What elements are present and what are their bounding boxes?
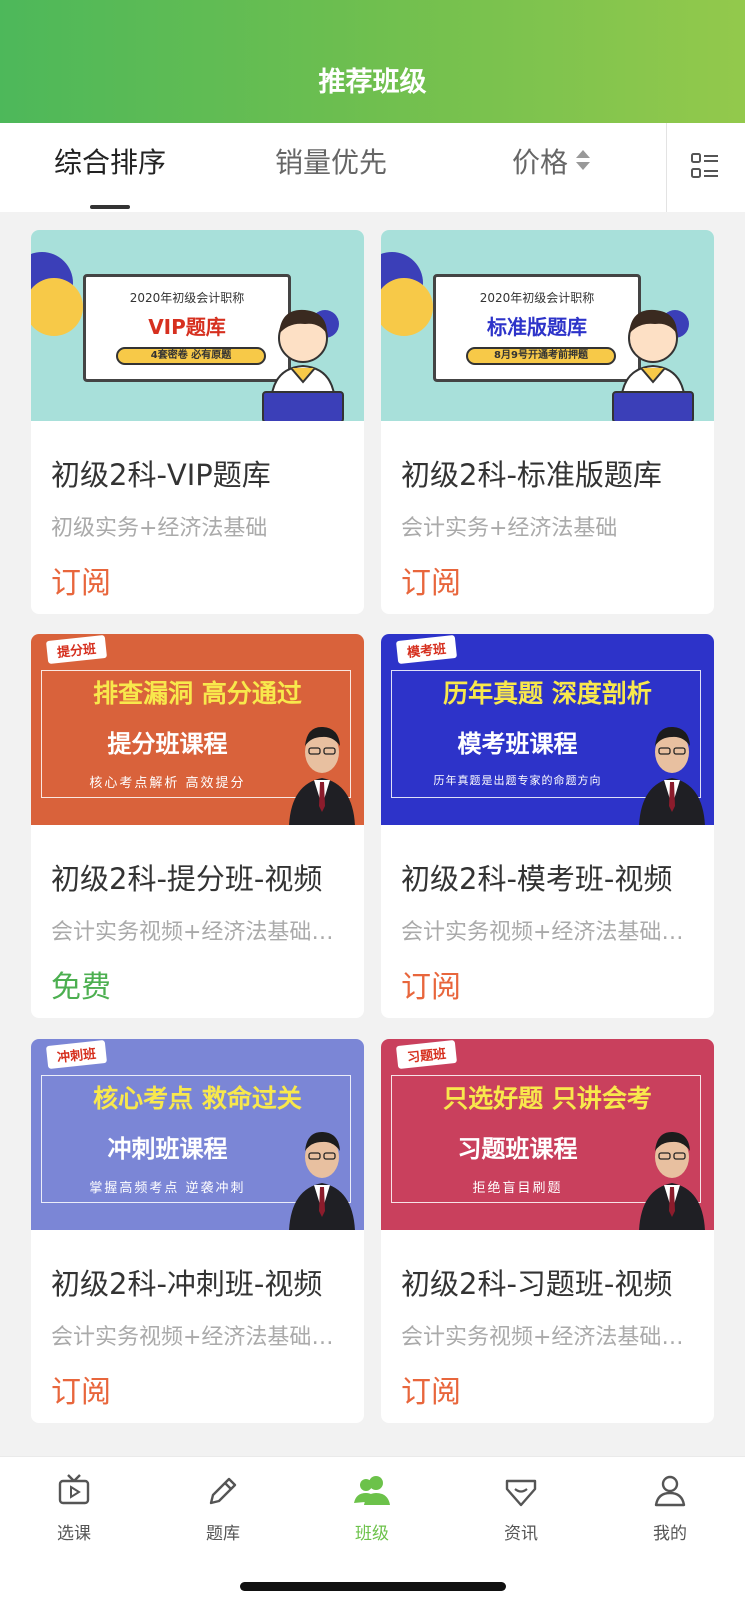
teacher-photo <box>639 1131 705 1230</box>
thumb-headline: 核心考点 救命过关 <box>93 1084 302 1113</box>
nav-item-classes[interactable]: 班级 <box>312 1471 432 1544</box>
home-indicator[interactable] <box>240 1582 506 1591</box>
course-price[interactable]: 免费 <box>51 962 111 1006</box>
thumb-tag: 提分班 <box>45 634 108 665</box>
nav-label: 选课 <box>57 1524 91 1544</box>
course-price[interactable]: 订阅 <box>401 1367 461 1411</box>
app-header: 推荐班级 <box>0 0 745 123</box>
course-thumbnail: 模考班 历年真题 深度剖析 模考班课程 历年真题是出题专家的命题方向 <box>381 634 714 825</box>
thumb-tagline: 4套密卷 必有原题 <box>116 347 266 365</box>
course-subtitle: 初级实务+经济法基础 <box>51 516 268 541</box>
thumb-tag: 冲刺班 <box>45 1039 108 1070</box>
cartoon-student-illustration <box>262 309 344 421</box>
nav-label: 资讯 <box>504 1524 538 1544</box>
course-title: 初级2科-冲刺班-视频 <box>51 1267 323 1301</box>
nav-item-courses[interactable]: 选课 <box>14 1471 134 1544</box>
course-subtitle: 会计实务视频+经济法基础视频 <box>401 1325 691 1350</box>
course-title: 初级2科-提分班-视频 <box>51 862 323 896</box>
course-card[interactable]: 模考班 历年真题 深度剖析 模考班课程 历年真题是出题专家的命题方向 初级2科-… <box>381 634 714 1018</box>
course-card[interactable]: 冲刺班 核心考点 救命过关 冲刺班课程 掌握高频考点 逆袭冲刺 初级2科-冲刺班… <box>31 1039 364 1423</box>
course-subtitle: 会计实务视频+经济法基础视频 <box>51 1325 341 1350</box>
nav-label: 我的 <box>653 1524 687 1544</box>
course-price[interactable]: 订阅 <box>401 962 461 1006</box>
course-card[interactable]: 2020年初级会计职称 VIP题库 4套密卷 必有原题 初级2科-VIP题库 初… <box>31 230 364 614</box>
nav-item-news[interactable]: 资讯 <box>461 1471 581 1544</box>
course-price[interactable]: 订阅 <box>51 1367 111 1411</box>
course-price[interactable]: 订阅 <box>401 558 461 602</box>
nav-label: 班级 <box>355 1524 389 1544</box>
teacher-photo <box>289 726 355 825</box>
teacher-photo <box>289 1131 355 1230</box>
pencil-icon <box>209 1477 237 1505</box>
course-price[interactable]: 订阅 <box>51 558 111 602</box>
thumb-headline: 只选好题 只讲会考 <box>443 1084 652 1113</box>
course-subtitle: 会计实务视频+经济法基础视频 <box>401 920 691 945</box>
tab-comprehensive[interactable]: 综合排序 <box>54 123 166 212</box>
course-title: 初级2科-模考班-视频 <box>401 862 673 896</box>
cartoon-student-illustration <box>612 309 694 421</box>
nav-item-me[interactable]: 我的 <box>610 1471 730 1544</box>
course-title: 初级2科-标准版题库 <box>401 458 662 492</box>
tab-divider <box>666 123 667 212</box>
thumb-tag: 习题班 <box>395 1039 458 1070</box>
tv-icon <box>58 1474 90 1505</box>
sort-arrows-icon <box>576 150 591 172</box>
user-icon <box>654 1475 686 1507</box>
nav-item-question-bank[interactable]: 题库 <box>163 1471 283 1544</box>
course-thumbnail: 2020年初级会计职称 标准版题库 8月9号开通考前押题 <box>381 230 714 421</box>
course-card[interactable]: 习题班 只选好题 只讲会考 习题班课程 拒绝盲目刷题 初级2科-习题班-视频 会… <box>381 1039 714 1423</box>
course-subtitle: 会计实务+经济法基础 <box>401 516 618 541</box>
teacher-photo <box>639 726 705 825</box>
sort-tabbar: 综合排序 销量优先 价格 <box>0 123 745 212</box>
course-card[interactable]: 2020年初级会计职称 标准版题库 8月9号开通考前押题 初级2科-标准版题库 … <box>381 230 714 614</box>
course-card[interactable]: 提分班 排查漏洞 高分通过 提分班课程 核心考点解析 高效提分 初级2科-提分班… <box>31 634 364 1018</box>
page-title: 推荐班级 <box>318 67 427 98</box>
thumb-tag: 模考班 <box>395 634 458 665</box>
tab-price[interactable]: 价格 <box>512 123 591 212</box>
thumb-headline: 历年真题 深度剖析 <box>443 679 652 708</box>
list-layout-icon[interactable] <box>690 151 720 181</box>
group-icon <box>354 1476 390 1505</box>
course-thumbnail: 2020年初级会计职称 VIP题库 4套密卷 必有原题 <box>31 230 364 421</box>
nav-label: 题库 <box>206 1524 240 1544</box>
course-thumbnail: 冲刺班 核心考点 救命过关 冲刺班课程 掌握高频考点 逆袭冲刺 <box>31 1039 364 1230</box>
course-title: 初级2科-VIP题库 <box>51 458 271 492</box>
thumb-tagline: 8月9号开通考前押题 <box>466 347 616 365</box>
thumb-headline: 排查漏洞 高分通过 <box>93 679 302 708</box>
course-subtitle: 会计实务视频+经济法基础视频 <box>51 920 341 945</box>
course-title: 初级2科-习题班-视频 <box>401 1267 673 1301</box>
tab-sales[interactable]: 销量优先 <box>275 123 387 212</box>
diamond-icon <box>505 1479 537 1507</box>
tab-price-label: 价格 <box>512 146 569 179</box>
course-thumbnail: 提分班 排查漏洞 高分通过 提分班课程 核心考点解析 高效提分 <box>31 634 364 825</box>
course-thumbnail: 习题班 只选好题 只讲会考 习题班课程 拒绝盲目刷题 <box>381 1039 714 1230</box>
active-tab-indicator <box>90 205 130 209</box>
